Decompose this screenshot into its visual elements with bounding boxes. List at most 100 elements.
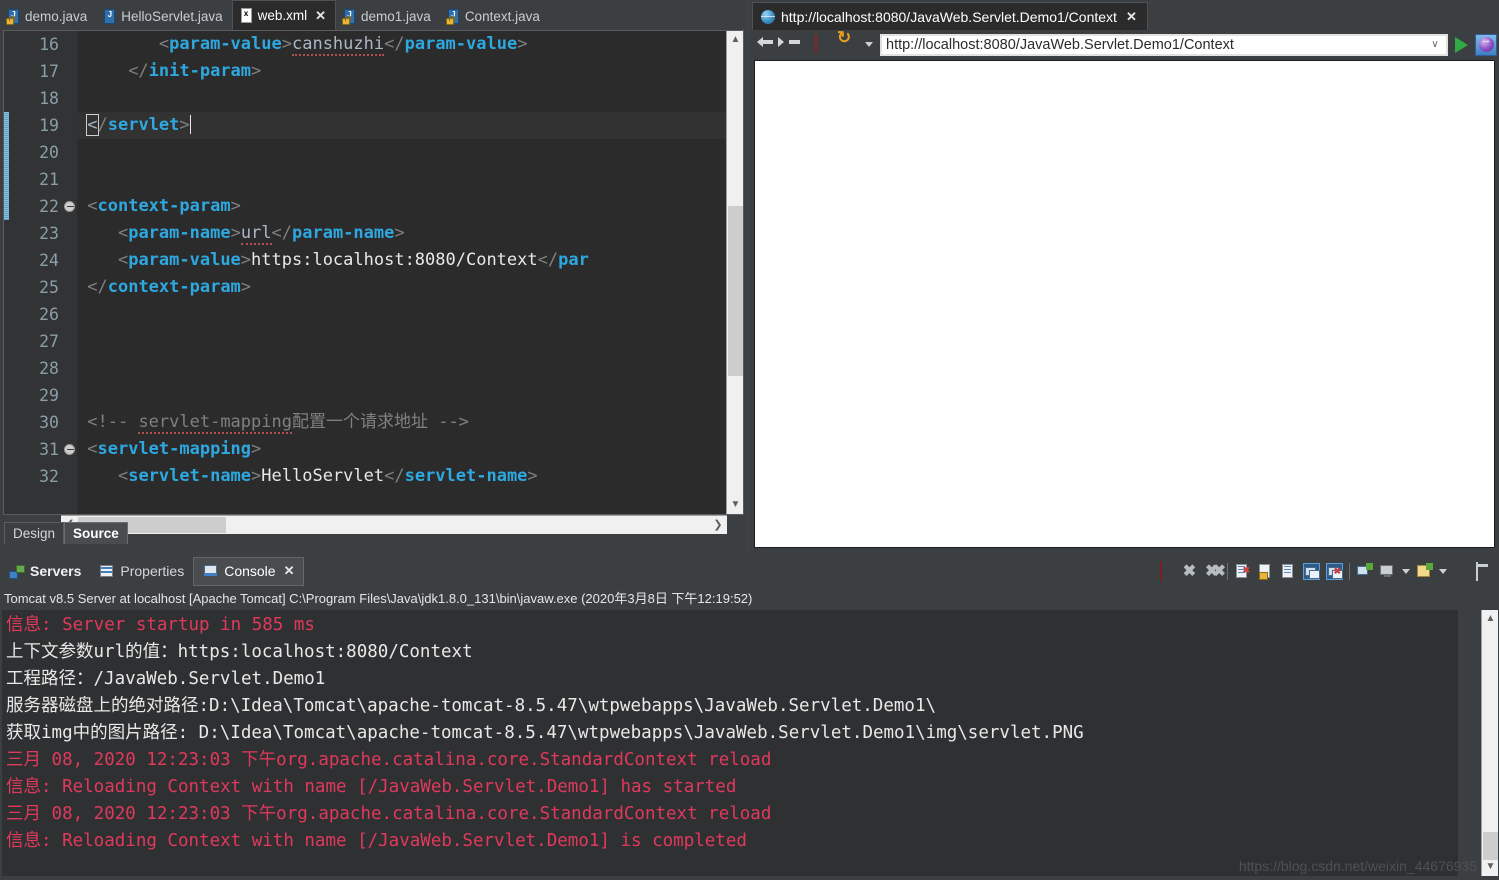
code-line: <param-value>https:localhost:8080/Contex… <box>117 250 589 270</box>
browser-tab[interactable]: http://localhost:8080/JavaWeb.Servlet.De… <box>752 2 1148 30</box>
scroll-lock-icon[interactable] <box>1257 563 1274 580</box>
console-line: 信息: Server startup in 585 ms <box>6 615 315 635</box>
open-console-dropdown-icon[interactable] <box>1439 568 1447 574</box>
toolbar-separator-2 <box>1349 562 1350 580</box>
console-process-label: Tomcat v8.5 Server at localhost [Apache … <box>0 588 1499 610</box>
code-editor-frame: 16 17 18 19 20 21 22 23 24 25 26 27 28 29 30 31 32 <para… <box>3 30 744 534</box>
refresh-icon[interactable] <box>838 35 858 55</box>
show-console-on-error-icon[interactable]: ✖ <box>1326 562 1343 580</box>
open-external-browser-icon[interactable] <box>1475 33 1497 56</box>
line-number: 28 <box>39 359 59 378</box>
editor-tab-web-xml[interactable]: x web.xml ✕ <box>231 0 337 30</box>
show-console-on-output-icon[interactable] <box>1303 562 1320 580</box>
console-line: 服务器磁盘上的绝对路径:D:\Idea\Tomcat\apache-tomcat… <box>6 696 937 716</box>
chevron-down-icon[interactable] <box>865 42 873 47</box>
console-output[interactable]: 信息: Server startup in 585 ms 上下文参数url的值：h… <box>2 610 1458 876</box>
console-dropdown-icon[interactable] <box>1402 568 1410 574</box>
editor-view-tab-design[interactable]: Design <box>4 522 65 544</box>
bottom-tab-properties[interactable]: Properties <box>90 557 193 585</box>
editor-tab-demo-java[interactable]: Jdemo.java <box>0 2 96 30</box>
bottom-tab-label: Properties <box>120 563 185 579</box>
line-number: 30 <box>39 413 59 432</box>
console-scroll-up-icon[interactable]: ▲ <box>1483 611 1498 627</box>
java-file-locked-icon: J <box>6 8 20 25</box>
line-number: 32 <box>39 467 59 486</box>
browser-tab-label: http://localhost:8080/JavaWeb.Servlet.De… <box>781 8 1117 25</box>
line-number: 25 <box>39 278 59 297</box>
java-file-icon: J <box>103 8 116 24</box>
url-bar[interactable]: http://localhost:8080/JavaWeb.Servlet.De… <box>880 33 1448 56</box>
scroll-right-arrow-icon[interactable]: ❯ <box>710 517 726 533</box>
browser-toolbar: http://localhost:8080/JavaWeb.Servlet.De… <box>752 30 1497 59</box>
console-line: 信息: Reloading Context with name [/JavaWe… <box>6 777 737 797</box>
scroll-down-arrow-icon[interactable]: ▼ <box>728 497 743 513</box>
xml-file-icon: x <box>240 8 253 23</box>
line-number: 21 <box>39 170 59 189</box>
remove-all-terminated-icon[interactable]: ✖✖ <box>1204 563 1226 580</box>
browser-tab-bar: http://localhost:8080/JavaWeb.Servlet.De… <box>752 2 1148 30</box>
console-tab-close-icon[interactable]: ✕ <box>284 563 295 579</box>
globe-icon <box>761 9 775 24</box>
bottom-tab-label: Console <box>224 563 276 579</box>
panel-divider[interactable] <box>0 550 1499 555</box>
editor-tab-label: web.xml <box>257 8 308 23</box>
url-dropdown-chevron-icon[interactable]: ∨ <box>1428 39 1442 50</box>
editor-horizontal-scrollbar[interactable]: ❮ ❯ <box>61 515 727 534</box>
code-line: <servlet-name>HelloServlet</servlet-name… <box>117 466 538 486</box>
line-number: 22 <box>39 197 59 216</box>
editor-vertical-scrollbar[interactable]: ▲ ▼ <box>726 31 743 514</box>
back-arrow-icon[interactable] <box>757 35 777 55</box>
url-input[interactable]: http://localhost:8080/JavaWeb.Servlet.De… <box>886 37 1428 53</box>
browser-content-area[interactable] <box>754 60 1495 548</box>
console-line: 获取img中的图片路径: D:\Idea\Tomcat\apache-tomca… <box>6 723 1084 743</box>
browser-tab-close-icon[interactable]: ✕ <box>1126 9 1137 25</box>
editor-tab-HelloServlet-java[interactable]: J HelloServlet.java <box>96 2 231 30</box>
pin-console-icon[interactable] <box>1356 562 1373 580</box>
editor-tab-bar: Jdemo.java J HelloServlet.java x web.xml ✕ Jde… <box>0 0 747 30</box>
bottom-tab-servers[interactable]: Servers <box>0 557 90 585</box>
editor-view-tabs: Design Source <box>4 519 128 544</box>
eclipse-ide-window: Jdemo.java J HelloServlet.java x web.xml ✕ Jde… <box>0 0 1499 880</box>
internal-browser-panel: http://localhost:8080/JavaWeb.Servlet.De… <box>750 0 1499 552</box>
console-scroll-down-icon[interactable]: ▼ <box>1483 859 1498 875</box>
fold-collapse-icon[interactable] <box>64 444 75 455</box>
go-play-icon[interactable] <box>1455 36 1468 53</box>
console-line: 信息: Reloading Context with name [/JavaWe… <box>6 831 747 851</box>
console-vertical-scrollbar[interactable]: ▲ ▼ <box>1481 610 1498 876</box>
bottom-tab-console[interactable]: Console ✕ <box>193 556 305 586</box>
word-wrap-icon[interactable] <box>1280 563 1297 580</box>
code-text-area[interactable]: <param-value>canshuzhi</param-value> </i… <box>77 31 726 514</box>
remove-launch-icon[interactable]: ✖ <box>1181 563 1198 580</box>
code-line: <param-value>canshuzhi</param-value> <box>158 34 528 56</box>
editor-tab-close-icon[interactable]: ✕ <box>315 8 326 24</box>
open-console-icon[interactable] <box>1416 562 1433 580</box>
editor-tab-demo1-java[interactable]: Jdemo1.java <box>336 2 440 30</box>
fold-collapse-icon[interactable] <box>64 201 75 212</box>
properties-icon <box>99 564 115 578</box>
editor-tab-label: demo.java <box>25 8 88 24</box>
editor-view-tab-source[interactable]: Source <box>64 522 128 544</box>
forward-arrow-icon[interactable] <box>784 35 804 55</box>
stop-icon[interactable] <box>811 33 831 55</box>
editor-vscroll-thumb[interactable] <box>728 206 743 376</box>
line-number: 18 <box>39 89 59 108</box>
terminate-icon[interactable] <box>1158 561 1175 581</box>
text-caret <box>189 115 191 134</box>
clear-console-icon[interactable]: ✖ <box>1234 563 1251 580</box>
java-file-locked-icon: J <box>342 8 356 25</box>
editor-panel: Jdemo.java J HelloServlet.java x web.xml ✕ Jde… <box>0 0 747 550</box>
scroll-up-arrow-icon[interactable]: ▲ <box>728 32 743 48</box>
minimize-icon[interactable] <box>1453 563 1470 580</box>
console-line: 三月 08, 2020 12:23:03 下午org.apache.catali… <box>6 750 772 770</box>
editor-tab-label: demo1.java <box>361 8 431 24</box>
maximize-icon[interactable] <box>1476 561 1493 581</box>
servers-icon <box>9 564 25 579</box>
display-selected-console-icon[interactable] <box>1379 563 1396 580</box>
editor-tab-Context-java[interactable]: J Context.java <box>440 2 549 30</box>
console-vscroll-thumb[interactable] <box>1483 832 1498 860</box>
code-folding-gutter[interactable] <box>63 31 77 514</box>
